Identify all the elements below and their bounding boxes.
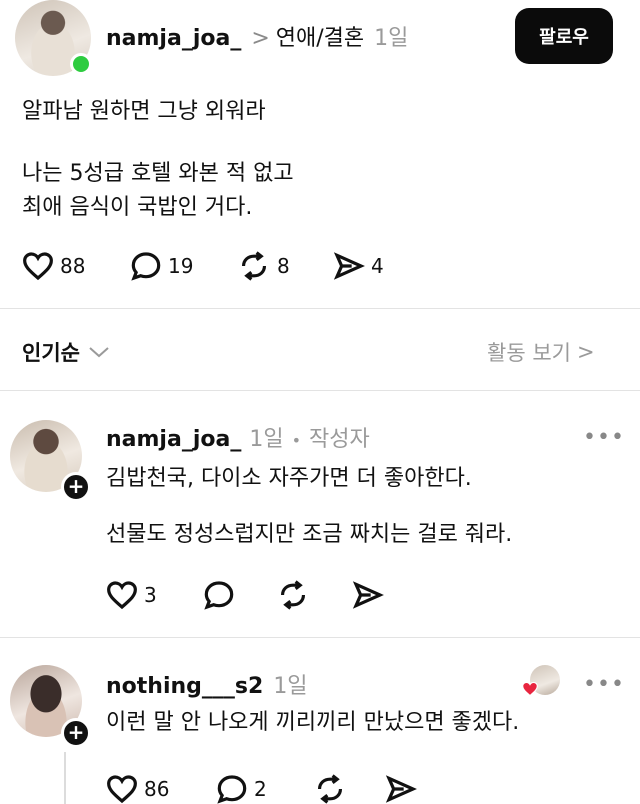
comment-reply-count: 2 — [254, 777, 267, 801]
post-body-line1: 나는 5성급 호텔 와본 적 없고 — [22, 161, 294, 186]
post-category[interactable]: 연애/결혼 — [276, 20, 364, 52]
divider — [0, 390, 640, 391]
comment-icon — [204, 581, 234, 610]
heart-icon — [23, 252, 53, 281]
activity-label: 활동 보기 — [487, 341, 571, 365]
post-title: 알파남 원하면 그냥 외워라 — [22, 99, 266, 124]
divider — [0, 637, 640, 638]
repost-icon — [241, 251, 267, 281]
comment-text-line1: 김밥천국, 다이소 자주가면 더 좋아한다. — [106, 466, 472, 491]
comment-reply-button[interactable]: 2 — [216, 774, 267, 804]
like-count: 88 — [60, 254, 86, 278]
comment-like-count: 3 — [144, 583, 157, 607]
send-icon — [333, 252, 365, 280]
share-count: 4 — [371, 254, 384, 278]
repost-icon — [317, 774, 343, 804]
repost-count: 8 — [277, 254, 290, 278]
share-button[interactable]: 4 — [333, 251, 384, 281]
comment-repost-button[interactable] — [313, 774, 347, 804]
post-header-meta: namja_joa_ > 연애/결혼 1일 — [106, 20, 408, 52]
send-icon — [352, 581, 384, 609]
thread-line — [64, 752, 66, 804]
sort-label: 인기순 — [22, 341, 80, 365]
repost-icon — [280, 580, 306, 610]
like-button[interactable]: 88 — [22, 251, 85, 281]
plus-icon[interactable]: + — [61, 472, 91, 502]
heart-icon — [522, 681, 538, 697]
online-status-dot — [70, 53, 92, 75]
follow-button[interactable]: 팔로우 — [515, 8, 613, 64]
comment-text-line2: 선물도 정성스럽지만 조금 짜치는 걸로 줘라. — [106, 522, 513, 547]
more-options-icon[interactable]: ••• — [583, 425, 625, 450]
comment-icon — [217, 775, 247, 804]
comment-header: namja_joa_ 1일 • 작성자 — [106, 421, 370, 453]
comment-time: 1일 — [273, 674, 308, 699]
repost-button[interactable]: 8 — [237, 251, 290, 281]
comment-icon — [131, 252, 161, 281]
view-activity-link[interactable]: 활동 보기 > — [487, 337, 595, 367]
post-time: 1일 — [374, 26, 409, 51]
comment-share-button[interactable] — [352, 580, 384, 610]
comment-repost-button[interactable] — [276, 580, 310, 610]
heart-icon — [107, 581, 137, 610]
divider — [0, 308, 640, 309]
post-username[interactable]: namja_joa_ — [106, 26, 241, 51]
comment-text-line1: 이런 말 안 나오게 끼리끼리 만났으면 좋겠다. — [106, 710, 520, 735]
chevron-down-icon — [89, 347, 109, 358]
more-options-icon[interactable]: ••• — [583, 672, 625, 697]
comment-username[interactable]: nothing___s2 — [106, 674, 263, 699]
comment-username[interactable]: namja_joa_ — [106, 427, 241, 452]
send-icon — [385, 775, 417, 803]
chevron-right-icon: > — [576, 340, 595, 364]
comment-like-count: 86 — [144, 777, 170, 801]
chevron-right-icon: > — [251, 26, 270, 51]
comment-like-button[interactable]: 3 — [106, 580, 157, 610]
comment-header: nothing___s2 1일 — [106, 668, 308, 700]
sort-dropdown[interactable]: 인기순 — [22, 337, 110, 367]
comment-time: 1일 — [249, 427, 284, 452]
author-tag: 작성자 — [309, 427, 370, 452]
comment-count: 19 — [168, 254, 194, 278]
plus-icon[interactable]: + — [61, 718, 91, 748]
comment-share-button[interactable] — [385, 774, 417, 804]
comment-like-button[interactable]: 86 — [106, 774, 169, 804]
comment-button[interactable]: 19 — [130, 251, 193, 281]
post-body-line2: 최애 음식이 국밥인 거다. — [22, 195, 253, 220]
separator-dot: • — [291, 431, 302, 450]
comment-reply-button[interactable] — [203, 580, 235, 610]
heart-icon — [107, 775, 137, 804]
